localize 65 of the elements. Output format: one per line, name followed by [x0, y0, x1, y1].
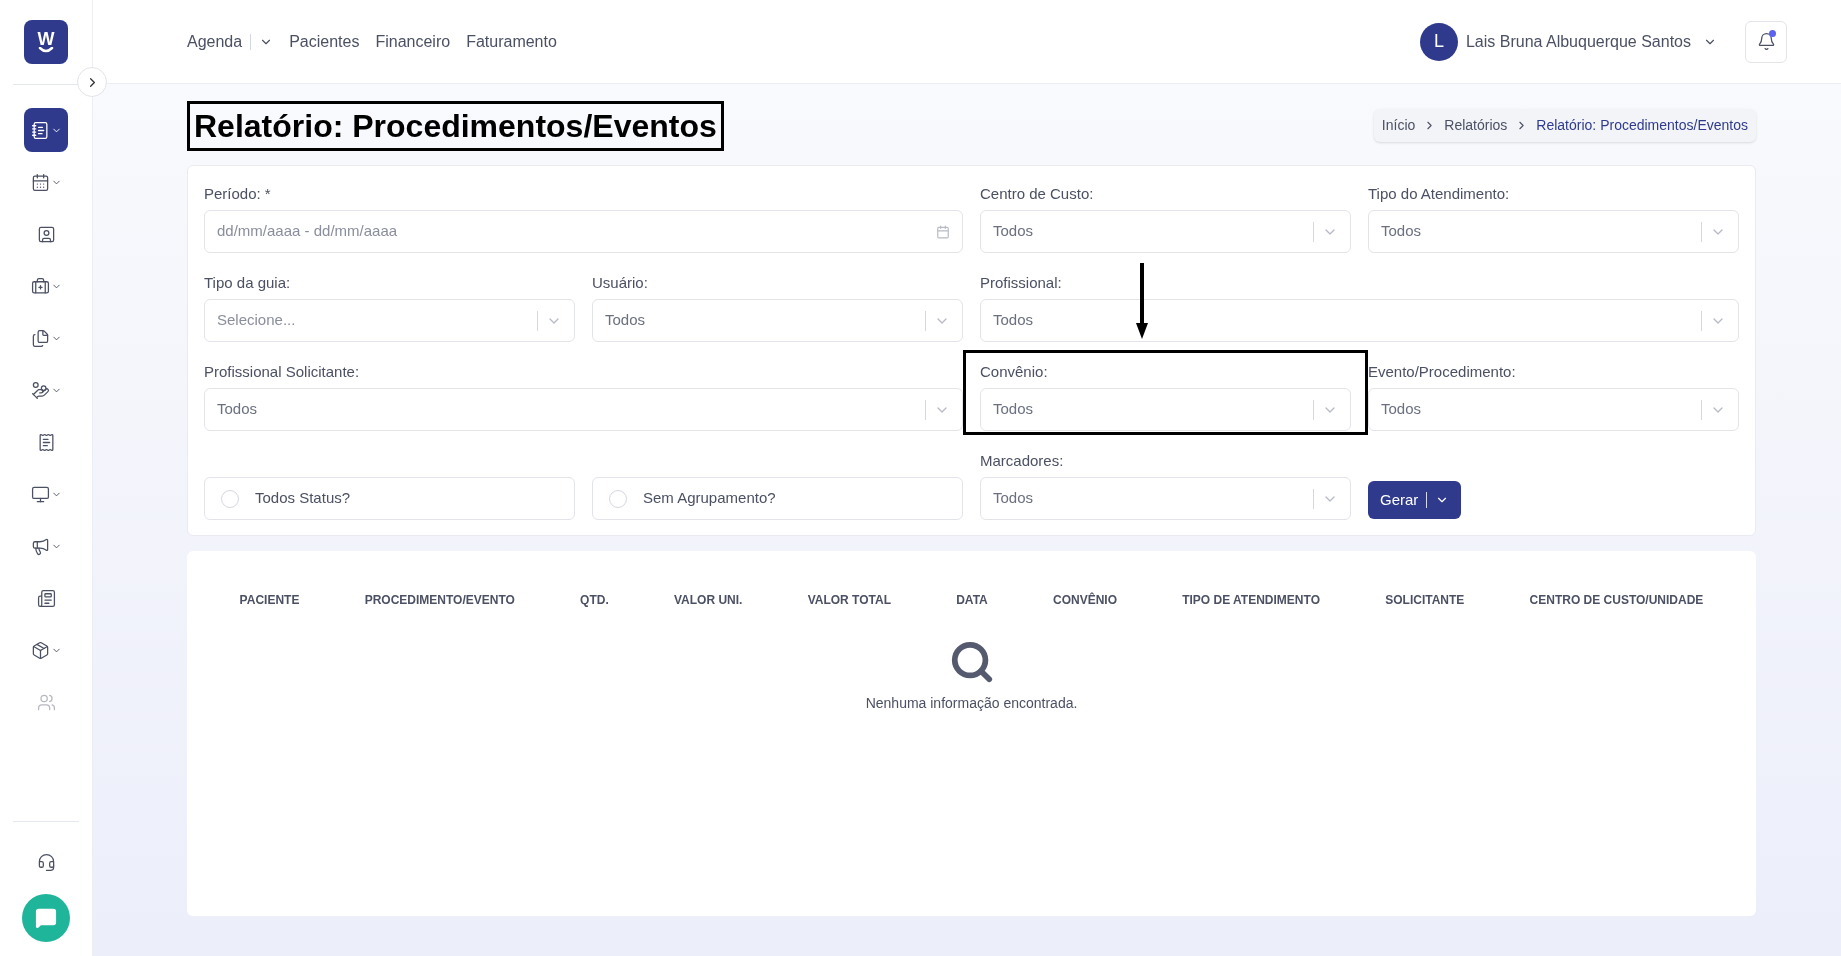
- field-label: Profissional:: [980, 273, 1063, 293]
- column-header: PROCEDIMENTO/EVENTO: [364, 592, 515, 609]
- column-header: VALOR UNI.: [674, 592, 743, 609]
- select-value: Todos: [1381, 399, 1422, 420]
- nav-link[interactable]: Agenda: [187, 29, 274, 54]
- column-header: TIPO DE ATENDIMENTO: [1182, 592, 1320, 609]
- field-label: Centro de Custo:: [980, 184, 1095, 204]
- chat-button[interactable]: [22, 894, 70, 942]
- checkbox-field[interactable]: Todos Status?: [204, 477, 575, 520]
- field-label: Tipo do Atendimento:: [1368, 184, 1511, 204]
- column-header: QTD.: [580, 592, 609, 609]
- select-field[interactable]: Todos: [204, 388, 963, 431]
- column-header: PACIENTE: [239, 592, 300, 609]
- field-label: Marcadores:: [980, 451, 1065, 471]
- bell-icon: [1756, 32, 1776, 51]
- nav-link[interactable]: Pacientes: [289, 29, 360, 54]
- user-avatar: L: [1419, 22, 1458, 61]
- chat-bubble-icon: [35, 907, 57, 929]
- page-title: Relatório: Procedimentos/Eventos: [187, 100, 724, 151]
- select-value: Todos: [1381, 221, 1422, 242]
- breadcrumb-link[interactable]: Relatórios: [1444, 115, 1508, 136]
- column-header: CENTRO DE CUSTO/UNIDADE: [1529, 592, 1704, 609]
- field-label: Convênio:: [980, 362, 1049, 382]
- breadcrumb-link[interactable]: Relatório: Procedimentos/Eventos: [1536, 115, 1748, 136]
- select-value: Todos: [993, 399, 1034, 420]
- column-header: DATA: [956, 592, 988, 609]
- select-value: Todos: [993, 310, 1034, 331]
- field-label: Usuário:: [592, 273, 649, 293]
- select-field[interactable]: Todos: [980, 299, 1739, 342]
- logo-letter: W: [37, 31, 55, 47]
- select-field[interactable]: Todos: [1368, 210, 1739, 253]
- select-field[interactable]: Todos: [592, 299, 963, 342]
- select-value: Todos: [993, 488, 1034, 509]
- checkbox[interactable]: [609, 489, 627, 508]
- breadcrumb-link[interactable]: Início: [1381, 115, 1416, 136]
- placeholder: Selecione...: [217, 310, 296, 331]
- notification-button[interactable]: [1745, 20, 1787, 63]
- empty-message: Nenhuma informação encontrada.: [865, 694, 1078, 713]
- nav-link[interactable]: Faturamento: [466, 29, 557, 54]
- field-label: Evento/Procedimento:: [1368, 362, 1517, 382]
- field-label: Período: *: [204, 184, 272, 204]
- generate-button[interactable]: Gerar: [1368, 481, 1462, 519]
- checkbox-field[interactable]: Sem Agrupamento?: [592, 477, 963, 520]
- column-header: VALOR TOTAL: [807, 592, 891, 609]
- select-value: Todos: [605, 310, 646, 331]
- checkbox-label: Todos Status?: [255, 488, 351, 509]
- select-field[interactable]: Todos: [1368, 388, 1739, 431]
- nav-link[interactable]: Financeiro: [375, 29, 451, 54]
- field-label: Tipo da guia:: [204, 273, 292, 293]
- smile-icon: [38, 47, 54, 53]
- placeholder: dd/mm/aaaa - dd/mm/aaaa: [217, 221, 398, 242]
- calendar-icon: [936, 224, 950, 239]
- checkbox-label: Sem Agrupamento?: [643, 488, 776, 509]
- select-field[interactable]: Todos: [980, 388, 1351, 431]
- select-field[interactable]: Todos: [980, 210, 1351, 253]
- user-menu[interactable]: L Lais Bruna Albuquerque Santos: [1419, 22, 1717, 61]
- column-header: CONVÊNIO: [1052, 591, 1117, 609]
- headset-icon: [36, 852, 56, 872]
- field-label: Profissional Solicitante:: [204, 362, 361, 382]
- sidebar-item[interactable]: [24, 108, 68, 152]
- select-value: Todos: [217, 399, 258, 420]
- column-header: SOLICITANTE: [1385, 592, 1465, 609]
- select-field[interactable]: Todos: [980, 477, 1351, 520]
- select-value: Todos: [993, 221, 1034, 242]
- checkbox[interactable]: [221, 489, 239, 508]
